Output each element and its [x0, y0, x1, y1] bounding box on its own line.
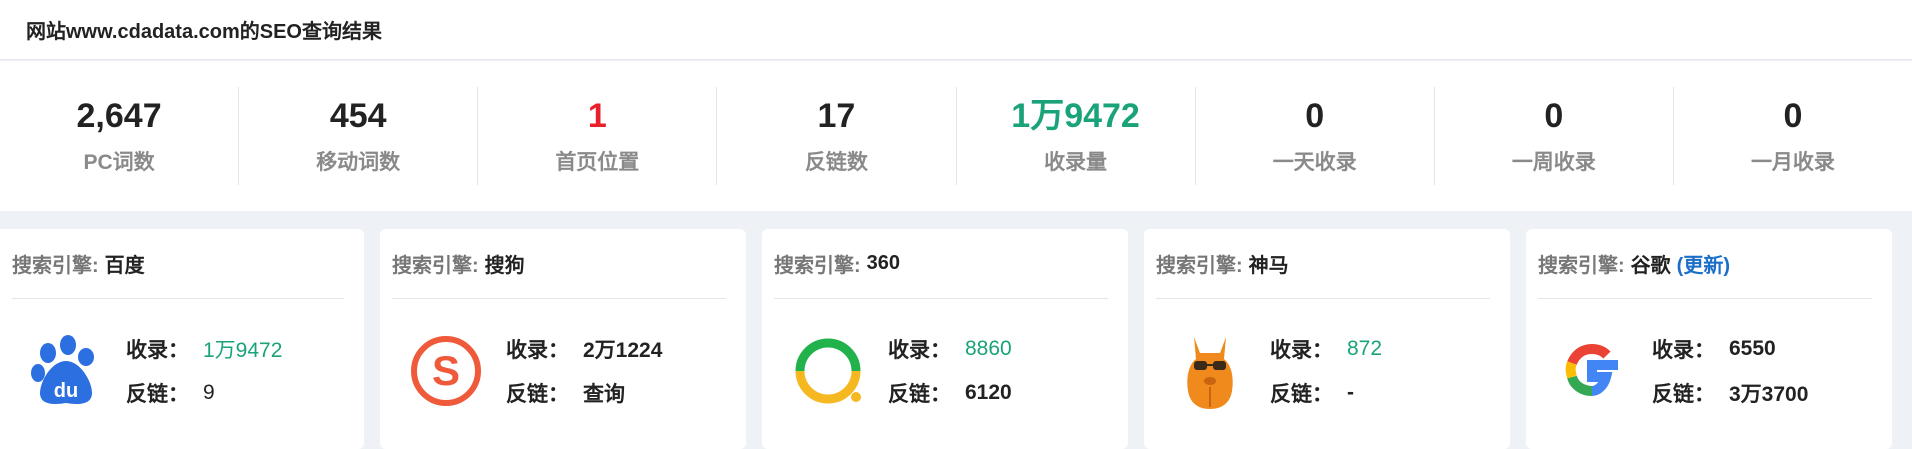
index-key: 收录： — [888, 339, 951, 362]
engine-card-360: 搜索引擎: 360 收录： 8860 反链： 6120 — [762, 229, 1128, 449]
stat-month-indexed: 0 一月收录 — [1674, 87, 1912, 185]
backlink-key: 反链： — [126, 383, 189, 406]
index-key: 收录： — [506, 339, 569, 362]
engine-name: 360 — [866, 252, 901, 274]
shenma-alpaca-icon — [1187, 337, 1233, 409]
backlink-key: 反链： — [1652, 383, 1715, 406]
index-value: 1万9472 — [203, 339, 283, 362]
card-header: 搜索引擎: 谷歌 (更新) — [1538, 229, 1872, 299]
index-key: 收录： — [1652, 339, 1715, 362]
stat-indexed: 1万9472 收录量 — [957, 87, 1196, 185]
google-g-icon — [1565, 343, 1618, 396]
backlink-value: 6120 — [965, 381, 1012, 404]
stat-home-position: 1 首页位置 — [478, 87, 718, 185]
backlink-value: 3万3700 — [1729, 383, 1809, 406]
stat-value: 454 — [329, 97, 387, 135]
index-key: 收录： — [126, 339, 189, 362]
card-header: 搜索引擎: 百度 — [12, 229, 344, 299]
backlink-value: 9 — [203, 381, 215, 404]
index-value: 872 — [1347, 337, 1383, 360]
stat-label: 移动词数 — [316, 151, 401, 174]
stat-day-indexed: 0 一天收录 — [1196, 87, 1435, 185]
stat-value: 1 — [587, 97, 607, 135]
engine-name: 搜狗 — [484, 255, 525, 277]
backlink-key: 反链： — [506, 383, 569, 406]
stat-label: 反链数 — [804, 151, 868, 174]
svg-text:du: du — [54, 380, 78, 402]
backlink-key: 反链： — [1270, 383, 1333, 406]
backlink-key: 反链： — [888, 383, 951, 406]
svg-text:S: S — [432, 347, 460, 394]
stat-label: 一天收录 — [1272, 151, 1357, 174]
stat-value: 17 — [817, 97, 856, 135]
stat-label: 首页位置 — [555, 151, 640, 174]
engine-card-google: 搜索引擎: 谷歌 (更新) 收录： 6550 反链： 3万3700 — [1526, 229, 1892, 449]
stat-value: 0 — [1783, 97, 1803, 135]
page-title: 网站www.cdadata.com的SEO查询结果 — [26, 21, 382, 43]
stat-label: PC词数 — [83, 151, 155, 174]
stat-label: 一月收录 — [1750, 151, 1835, 174]
stat-value: 2,647 — [76, 97, 162, 135]
index-key: 收录： — [1270, 339, 1333, 362]
engine-cards: 搜索引擎: 百度 du 收录： 1万9472 反链： 9 搜索引擎: 搜狗 S … — [0, 211, 1912, 449]
engine-card-shenma: 搜索引擎: 神马 收录： 872 反链： - — [1144, 229, 1510, 449]
stats-bar: 2,647 PC词数 454 移动词数 1 首页位置 17 反链数 1万9472… — [0, 61, 1912, 211]
engine-key: 搜索引擎: — [1538, 255, 1625, 277]
baidu-paw-icon: du — [31, 335, 94, 404]
engine-name: 神马 — [1248, 255, 1289, 277]
index-value: 6550 — [1729, 337, 1776, 360]
card-header: 搜索引擎: 360 — [774, 229, 1108, 299]
stat-week-indexed: 0 一周收录 — [1435, 87, 1674, 185]
index-value: 8860 — [965, 337, 1012, 360]
stat-label: 一周收录 — [1511, 151, 1596, 174]
engine-name: 百度 — [104, 255, 145, 277]
backlink-query-link[interactable]: 查询 — [583, 378, 625, 408]
engine-key: 搜索引擎: — [392, 255, 479, 277]
stat-pc-words: 2,647 PC词数 — [0, 87, 240, 185]
360-ring-icon — [795, 338, 861, 404]
sogou-s-icon: S — [411, 336, 481, 406]
backlink-value: - — [1347, 381, 1354, 404]
index-value: 2万1224 — [583, 339, 663, 362]
engine-card-sogou: 搜索引擎: 搜狗 S 收录： 2万1224 反链： 查询 — [380, 229, 746, 449]
stat-value: 0 — [1544, 97, 1564, 135]
engine-name: 谷歌 — [1630, 255, 1671, 277]
stat-value: 1万9472 — [1011, 97, 1140, 135]
stat-mobile-words: 454 移动词数 — [239, 87, 479, 185]
page-header: 网站www.cdadata.com的SEO查询结果 — [0, 0, 1912, 60]
update-link[interactable]: (更新) — [1677, 249, 1730, 278]
stat-value: 0 — [1305, 97, 1325, 135]
engine-card-baidu: 搜索引擎: 百度 du 收录： 1万9472 反链： 9 — [0, 229, 364, 449]
stat-backlinks: 17 反链数 — [717, 87, 957, 185]
engine-key: 搜索引擎: — [1156, 255, 1243, 277]
engine-key: 搜索引擎: — [774, 255, 861, 277]
engine-key: 搜索引擎: — [12, 255, 99, 277]
stat-label: 收录量 — [1044, 151, 1108, 174]
card-header: 搜索引擎: 神马 — [1156, 229, 1490, 299]
card-header: 搜索引擎: 搜狗 — [392, 229, 726, 299]
